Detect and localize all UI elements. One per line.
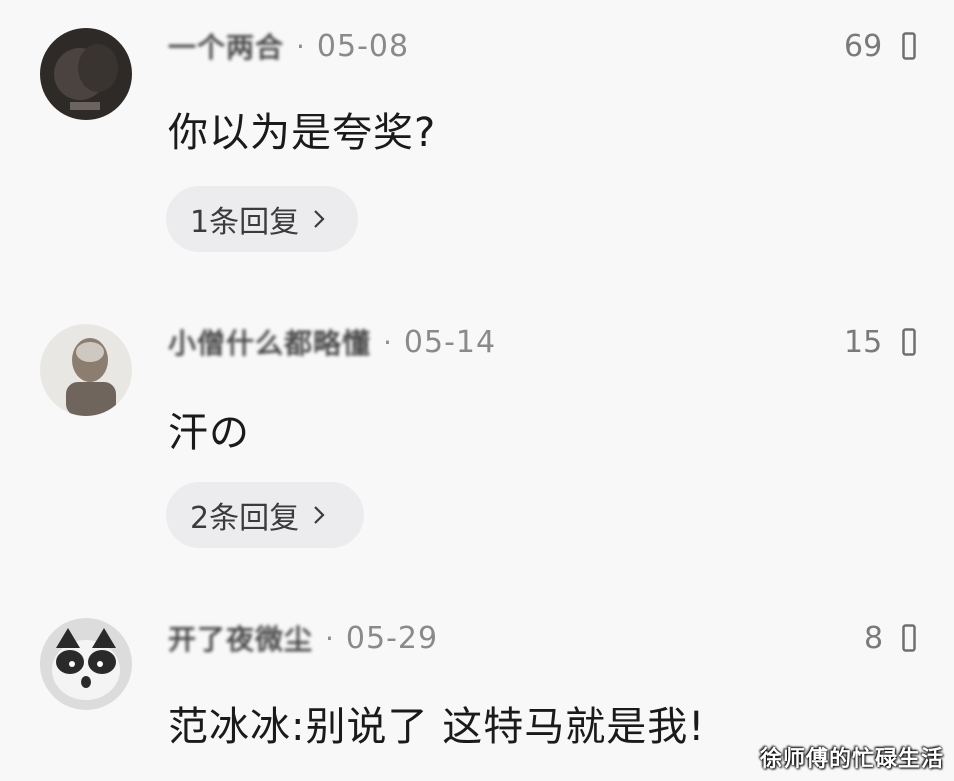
comment-item: 小僧什么都略懂 · 05-14 15 汗の 2条回复 bbox=[0, 290, 954, 580]
avatar[interactable] bbox=[40, 618, 132, 710]
username[interactable]: 开了夜微尘 bbox=[168, 618, 313, 658]
separator-dot: · bbox=[296, 29, 305, 63]
avatar[interactable] bbox=[40, 28, 132, 120]
thumb-like-icon[interactable] bbox=[902, 32, 916, 60]
watermark: 徐师傅的忙碌生活 bbox=[759, 747, 944, 772]
comment-item: 一个两合 · 05-08 69 你以为是夸奖? 1条回复 bbox=[0, 0, 954, 280]
view-replies-button[interactable]: 1条回复 bbox=[166, 186, 358, 252]
comment-text: 范冰冰:别说了 这特马就是我! bbox=[168, 704, 706, 750]
comment-text: 你以为是夸奖? bbox=[168, 110, 437, 156]
chevron-right-icon bbox=[314, 210, 325, 228]
comment-date: 05-29 bbox=[345, 620, 439, 656]
comment-meta: 开了夜微尘 · 05-29 bbox=[168, 618, 438, 658]
avatar[interactable] bbox=[40, 324, 132, 416]
separator-dot: · bbox=[383, 325, 392, 359]
comment-date: 05-14 bbox=[403, 324, 497, 360]
username[interactable]: 小僧什么都略懂 bbox=[168, 322, 371, 362]
view-replies-button[interactable]: 2条回复 bbox=[166, 482, 364, 548]
comment-meta: 一个两合 · 05-08 bbox=[168, 26, 409, 66]
thumb-like-icon[interactable] bbox=[902, 328, 916, 356]
like-count: 15 bbox=[844, 324, 883, 360]
separator-dot: · bbox=[325, 621, 334, 655]
reply-count-label: 2条回复 bbox=[190, 501, 300, 536]
like-group[interactable]: 8 bbox=[864, 618, 916, 658]
comment-meta: 小僧什么都略懂 · 05-14 bbox=[168, 322, 496, 362]
thumb-like-icon[interactable] bbox=[902, 624, 916, 652]
like-group[interactable]: 15 bbox=[844, 322, 916, 362]
chevron-right-icon bbox=[314, 506, 325, 524]
like-count: 69 bbox=[844, 28, 883, 64]
like-group[interactable]: 69 bbox=[844, 26, 916, 66]
comment-text: 汗の bbox=[168, 410, 250, 456]
username[interactable]: 一个两合 bbox=[168, 26, 284, 66]
reply-count-label: 1条回复 bbox=[190, 205, 300, 240]
comment-date: 05-08 bbox=[316, 28, 410, 64]
like-count: 8 bbox=[864, 620, 884, 656]
